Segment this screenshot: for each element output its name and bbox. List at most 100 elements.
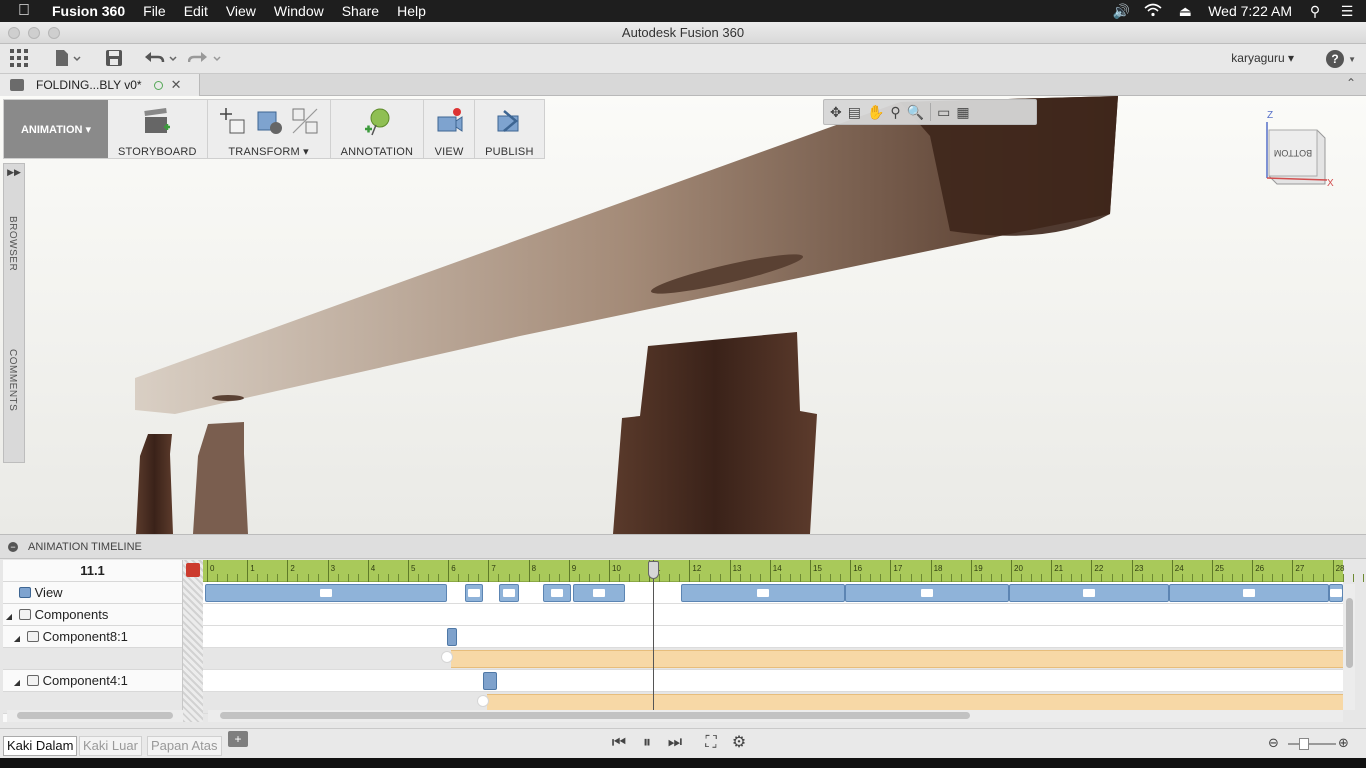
fit-zoom-icon[interactable]: 🔍	[907, 104, 924, 121]
display-settings-icon[interactable]: ▭	[937, 104, 950, 121]
view-camera-clip[interactable]	[1329, 584, 1343, 602]
data-panel-grid-icon[interactable]	[10, 49, 28, 69]
time-ruler[interactable]: 0123456789101112131415161718192021222324…	[203, 560, 1364, 582]
notification-center-icon[interactable]: ☰	[1338, 3, 1356, 20]
visibility-bulb-icon[interactable]	[477, 695, 489, 707]
start-marker-icon[interactable]	[186, 563, 200, 577]
menu-help[interactable]: Help	[397, 3, 426, 19]
browser-side-panel[interactable]: ▶▶ BROWSER COMMENTS	[3, 163, 25, 463]
expand-triangle-icon[interactable]: ◢	[3, 606, 15, 628]
component8-transform-action[interactable]	[447, 628, 457, 646]
timeline-tracks[interactable]: 0123456789101112131415161718192021222324…	[203, 560, 1364, 722]
tree-row-component4[interactable]: ◢ Component4:1	[3, 670, 182, 692]
add-storyboard-button[interactable]: +	[228, 731, 248, 747]
pan-hand-icon[interactable]: ✋	[867, 104, 884, 121]
browser-panel-tab[interactable]: BROWSER	[7, 216, 18, 271]
expand-panel-icon[interactable]: ▶▶	[4, 167, 24, 178]
collapse-timeline-icon[interactable]: −	[8, 541, 18, 552]
menu-edit[interactable]: Edit	[184, 3, 208, 19]
expand-triangle-icon[interactable]: ◢	[11, 672, 23, 694]
scroll-thumb[interactable]	[17, 712, 173, 719]
zoom-icon[interactable]: ⚲	[890, 104, 900, 121]
playhead[interactable]	[648, 560, 660, 722]
view-camera-clip[interactable]	[1169, 584, 1329, 602]
lane-component4[interactable]	[203, 670, 1343, 692]
storyboard-group[interactable]: STORYBOARD	[108, 100, 208, 158]
component4-transform-action[interactable]	[483, 672, 497, 690]
view-camera-clip[interactable]	[543, 584, 571, 602]
storyboard-tab-kaki-luar[interactable]: Kaki Luar	[79, 736, 142, 756]
auto-explode-icon[interactable]	[290, 106, 320, 136]
comments-panel-tab[interactable]: COMMENTS	[7, 349, 18, 411]
timeline-vertical-scrollbar[interactable]	[1343, 584, 1355, 710]
timeline-horizontal-scrollbar[interactable]	[208, 710, 1343, 722]
publish-group[interactable]: PUBLISH	[475, 100, 543, 158]
app-menu[interactable]: Fusion 360	[52, 3, 125, 19]
view-camera-clip[interactable]	[845, 584, 1009, 602]
restore-home-icon[interactable]	[254, 106, 284, 136]
storyboard-tab-kaki-dalam[interactable]: Kaki Dalam	[3, 736, 78, 756]
look-at-icon[interactable]: ▤	[848, 104, 861, 121]
component8-opacity-bar[interactable]	[451, 650, 1343, 668]
view-group[interactable]: VIEW	[424, 100, 476, 158]
annotation-group[interactable]: ANNOTATION	[331, 100, 425, 158]
tree-row-view[interactable]: View	[3, 582, 182, 604]
menu-clock[interactable]: Wed 7:22 AM	[1208, 3, 1292, 19]
undo-icon[interactable]	[144, 49, 178, 69]
storyboard-tab-papan-atas[interactable]: Papan Atas	[147, 736, 222, 756]
menu-share[interactable]: Share	[342, 3, 379, 19]
transform-components-icon[interactable]	[218, 106, 248, 136]
view-cube[interactable]: BOTTOM Z X	[1265, 108, 1337, 189]
timeline-zoom-slider[interactable]: ⊖ ⊕	[1268, 735, 1353, 753]
view-camera-clip[interactable]	[499, 584, 519, 602]
scroll-thumb[interactable]	[220, 712, 970, 719]
fullscreen-icon[interactable]: ⛶	[702, 734, 720, 752]
scroll-thumb[interactable]	[1346, 598, 1353, 668]
help-dropdown-icon[interactable]: ▼	[1348, 55, 1356, 64]
tree-row-component8[interactable]: ◢ Component8:1	[3, 626, 182, 648]
document-tab[interactable]: FOLDING...BLY v0* ✕	[0, 74, 200, 96]
user-account-menu[interactable]: karyaguru ▾	[1231, 51, 1294, 65]
3d-viewport[interactable]: ANIMATION ▾ STORYBOARD TRANSFORM ▾ ANNOT…	[0, 96, 1366, 534]
playhead-handle[interactable]	[648, 561, 660, 579]
apple-menu-icon[interactable]: 	[18, 2, 40, 20]
grid-settings-icon[interactable]: ▦	[956, 104, 969, 121]
orbit-icon[interactable]: ✥	[830, 104, 842, 121]
zoom-thumb[interactable]	[1299, 738, 1309, 750]
view-camera-clip[interactable]	[681, 584, 845, 602]
transform-group[interactable]: TRANSFORM ▾	[208, 100, 331, 158]
zoom-out-icon[interactable]: ⊖	[1268, 735, 1279, 751]
lane-component8[interactable]	[203, 626, 1343, 648]
view-camera-clip[interactable]	[205, 584, 447, 602]
view-camera-clip[interactable]	[1009, 584, 1169, 602]
menu-file[interactable]: File	[143, 3, 166, 19]
eject-icon[interactable]: ⏏	[1176, 3, 1194, 20]
collapse-chevron-icon[interactable]: ⌃	[1346, 76, 1356, 90]
go-to-start-icon[interactable]: ⏮	[610, 734, 628, 752]
workspace-switcher[interactable]: ANIMATION ▾	[4, 100, 108, 158]
spotlight-search-icon[interactable]: ⚲	[1306, 3, 1324, 20]
tree-horizontal-scrollbar[interactable]	[7, 710, 183, 722]
view-camera-clip[interactable]	[465, 584, 483, 602]
file-menu-icon[interactable]	[54, 49, 82, 69]
zoom-in-icon[interactable]: ⊕	[1338, 735, 1349, 751]
close-window-button[interactable]	[8, 27, 20, 39]
menu-window[interactable]: Window	[274, 3, 324, 19]
zoom-window-button[interactable]	[48, 27, 60, 39]
current-time-display[interactable]: 11.1	[3, 560, 182, 582]
tree-row-components[interactable]: ◢ Components	[3, 604, 182, 626]
redo-icon[interactable]	[187, 49, 222, 69]
pause-icon[interactable]: ⏸	[638, 734, 656, 752]
expand-triangle-icon[interactable]: ◢	[11, 628, 23, 650]
minimize-window-button[interactable]	[28, 27, 40, 39]
save-icon[interactable]	[105, 49, 123, 69]
go-to-end-icon[interactable]: ⏭	[666, 734, 684, 752]
close-tab-icon[interactable]: ✕	[171, 77, 182, 93]
wifi-icon[interactable]	[1144, 3, 1162, 20]
visibility-bulb-icon[interactable]	[441, 651, 453, 663]
playback-settings-gear-icon[interactable]: ⚙	[730, 734, 748, 752]
view-camera-clip[interactable]	[573, 584, 625, 602]
help-icon[interactable]: ?	[1326, 50, 1344, 68]
volume-icon[interactable]: 🔊	[1112, 3, 1130, 20]
menu-view[interactable]: View	[226, 3, 256, 19]
